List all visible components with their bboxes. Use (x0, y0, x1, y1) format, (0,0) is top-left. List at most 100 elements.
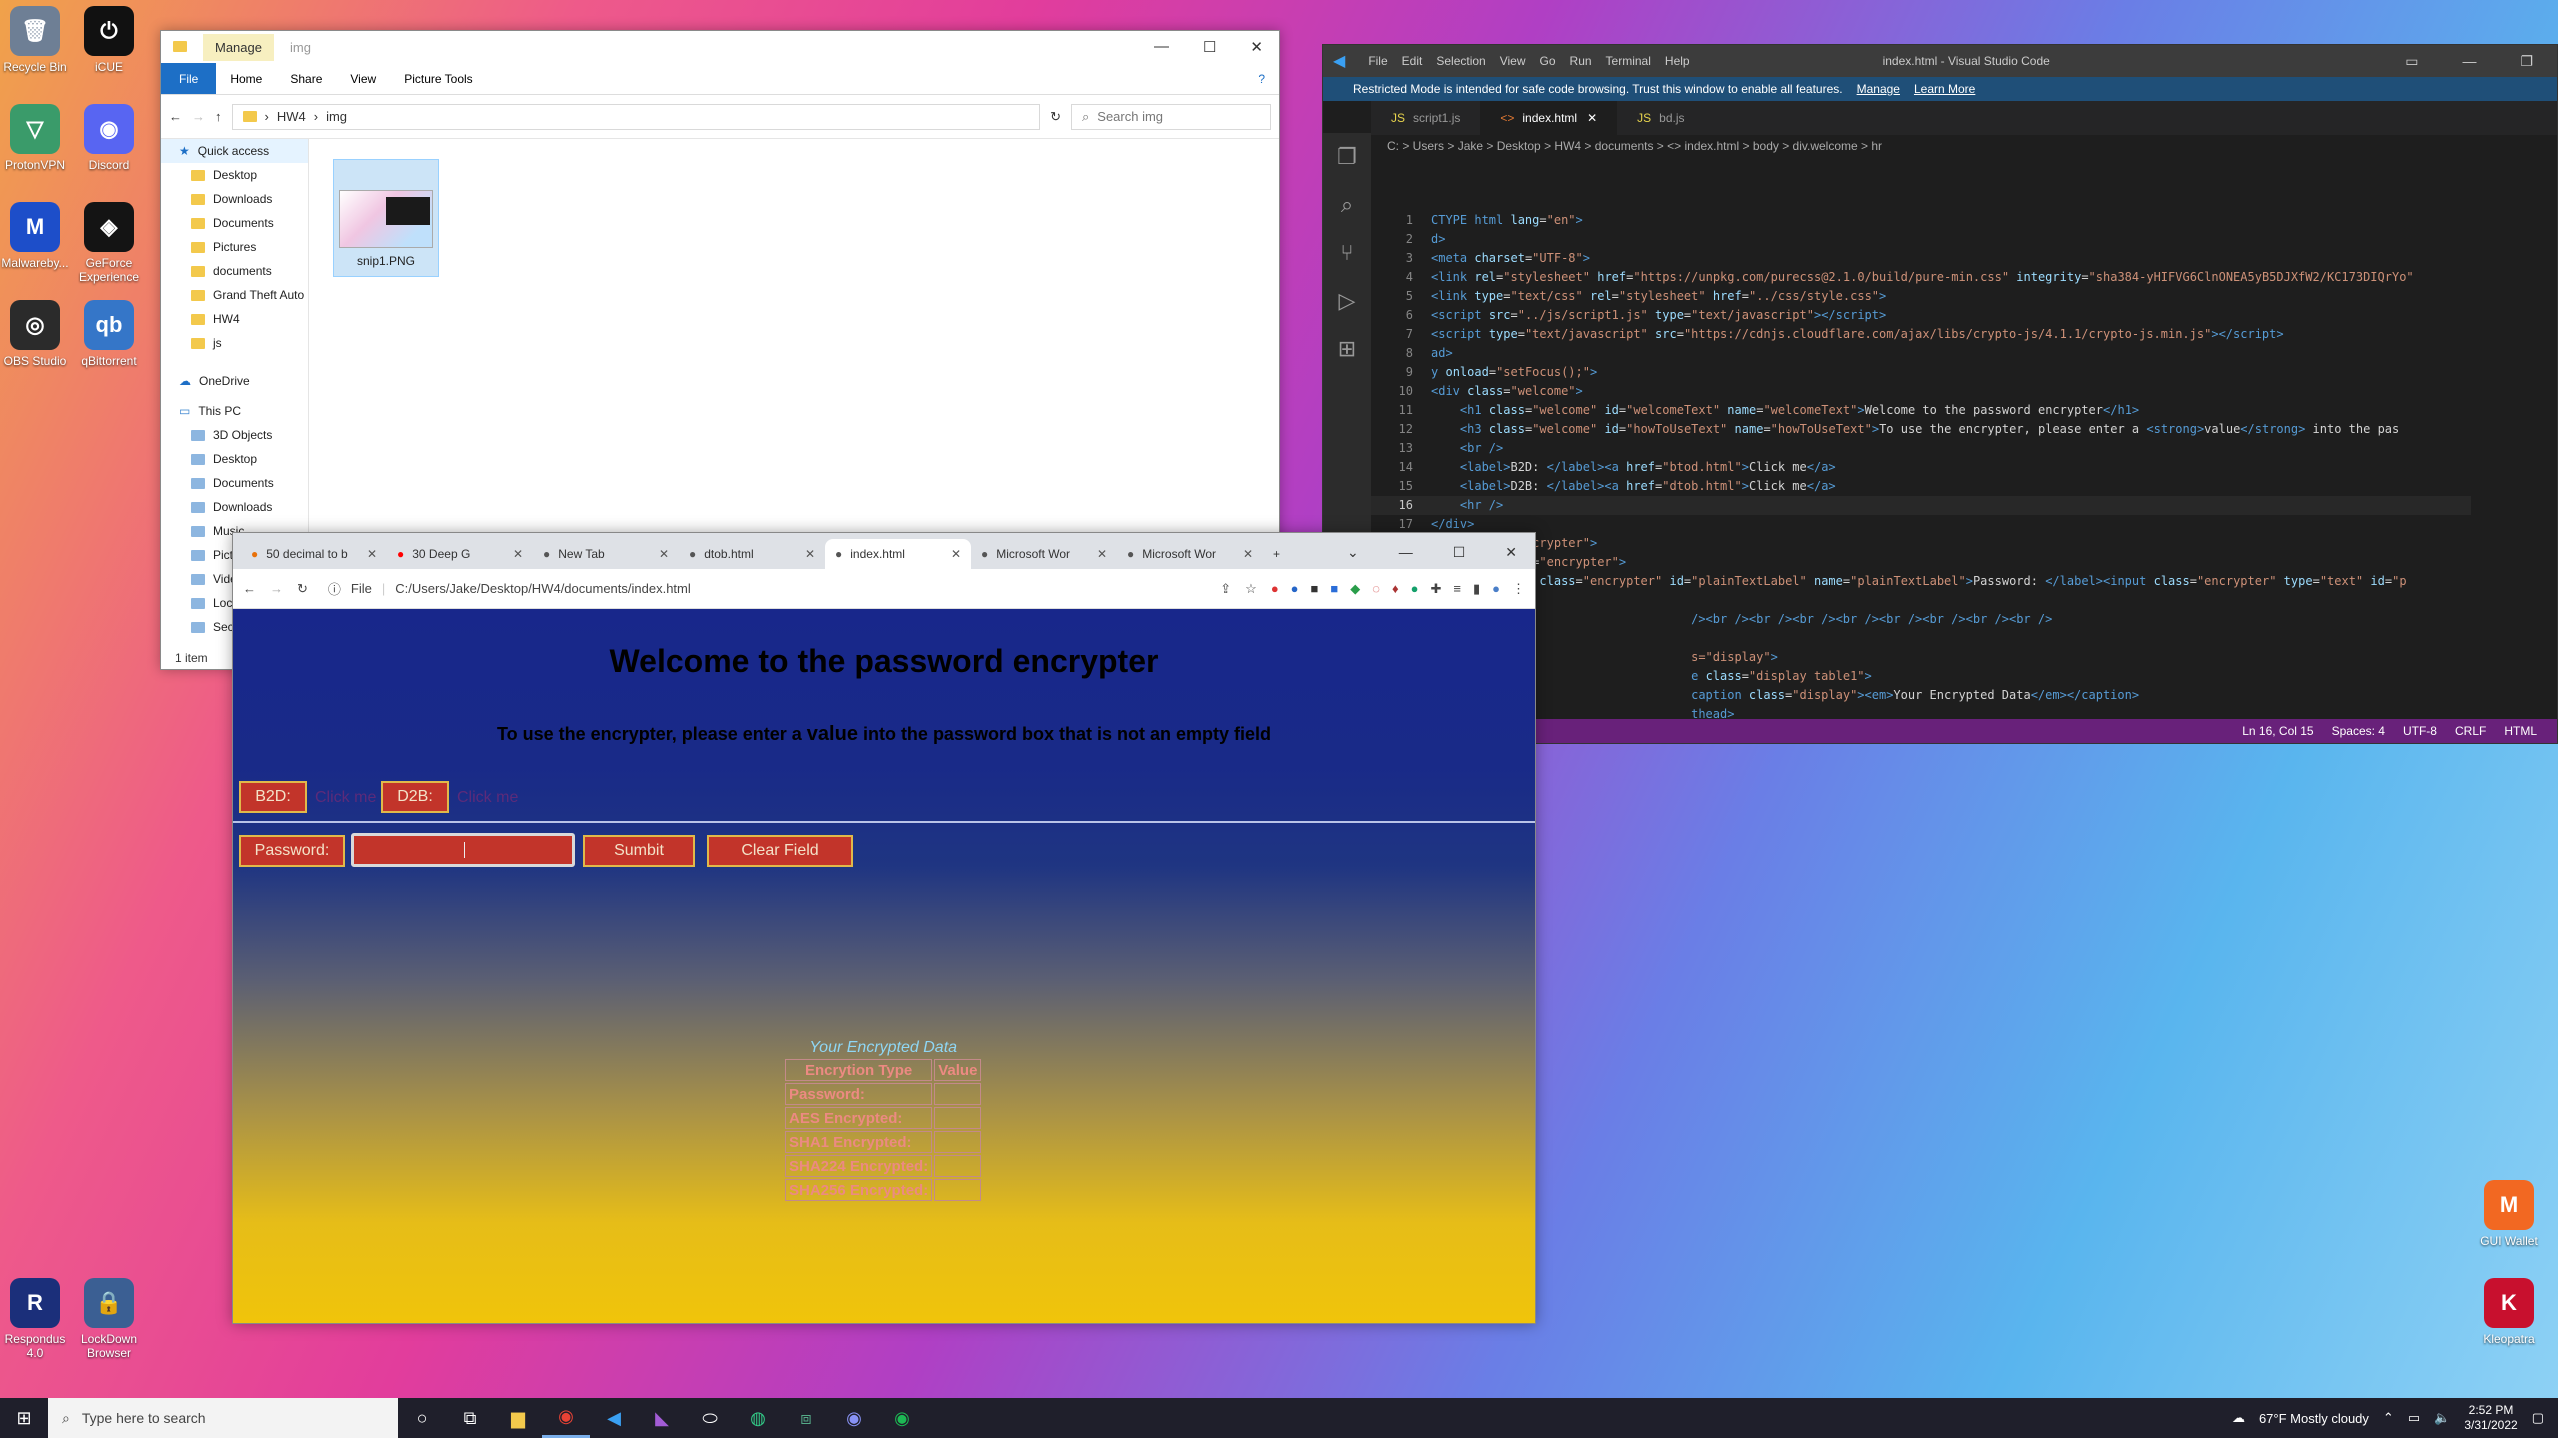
onedrive[interactable]: ☁ OneDrive (161, 369, 308, 393)
file-explorer-taskbar-icon[interactable]: ▆ (494, 1398, 542, 1438)
search-input[interactable]: ⌕ Search img (1071, 103, 1271, 130)
task-view-icon[interactable]: ⧉ (446, 1398, 494, 1438)
close-tab-icon[interactable]: ✕ (659, 547, 669, 561)
close-tab-icon[interactable]: ✕ (367, 547, 377, 561)
nav-item[interactable]: Pictures (161, 235, 308, 259)
network-icon[interactable]: ▭ (2408, 1410, 2420, 1426)
close-tab-icon[interactable]: ✕ (1097, 547, 1107, 561)
path-img[interactable]: img (326, 109, 347, 124)
password-input[interactable] (351, 833, 575, 867)
taskbar-search[interactable]: ⌕ Type here to search (48, 1398, 398, 1438)
weather-icon[interactable]: ☁ (2232, 1410, 2245, 1426)
spotify-taskbar-icon[interactable]: ◉ (878, 1398, 926, 1438)
app-taskbar-icon[interactable]: ◍ (734, 1398, 782, 1438)
desktop-icon[interactable]: R Respondus 4.0 (0, 1278, 72, 1360)
browser-tab[interactable]: ● Microsoft Wor ✕ (971, 539, 1117, 569)
manage-link[interactable]: Manage (1857, 82, 1900, 96)
b2d-link[interactable]: Click me (315, 789, 376, 807)
menu-terminal[interactable]: Terminal (1599, 54, 1658, 68)
restore-icon[interactable]: ❐ (2512, 53, 2541, 70)
address-bar[interactable]: ⓘ File | C:/Users/Jake/Desktop/HW4/docum… (322, 575, 1206, 603)
nav-item[interactable]: Downloads (161, 187, 308, 211)
language-mode[interactable]: HTML (2504, 724, 2537, 738)
learn-more-link[interactable]: Learn More (1914, 82, 1975, 96)
nav-item[interactable]: HW4 (161, 307, 308, 331)
browser-tab[interactable]: ● dtob.html ✕ (679, 539, 825, 569)
profile-avatar[interactable]: ● (1492, 581, 1500, 597)
info-icon[interactable]: ⓘ (328, 579, 341, 598)
nav-item[interactable]: Desktop (161, 163, 308, 187)
menu-kebab-icon[interactable]: ⋮ (1512, 581, 1525, 597)
tab-search-icon[interactable]: ⌄ (1347, 544, 1359, 561)
close-tab-icon[interactable]: ✕ (513, 547, 523, 561)
extensions-icon[interactable]: ⊞ (1323, 325, 1371, 373)
editor-tab[interactable]: JS script1.js (1371, 101, 1480, 135)
source-control-icon[interactable]: ⑂ (1323, 229, 1371, 277)
start-windows-icon[interactable]: ⊞ (0, 1398, 48, 1438)
vscode-taskbar-icon[interactable]: ◀ (590, 1398, 638, 1438)
new-tab-button[interactable]: + (1263, 539, 1303, 569)
menu-go[interactable]: Go (1533, 54, 1563, 68)
layout-icon[interactable]: ▭ (2397, 53, 2426, 70)
quick-access[interactable]: ★ Quick access (161, 139, 308, 163)
browser-tab[interactable]: ● New Tab ✕ (533, 539, 679, 569)
encoding[interactable]: UTF-8 (2403, 724, 2437, 738)
minimize-icon[interactable]: — (1399, 544, 1413, 561)
ribbon-share-tab[interactable]: Share (276, 72, 336, 86)
tray-chevron-icon[interactable]: ⌃ (2383, 1410, 2394, 1426)
browser-tab[interactable]: ● 50 decimal to b ✕ (241, 539, 387, 569)
extension-icon[interactable]: ■ (1311, 581, 1319, 597)
file-item[interactable]: snip1.PNG (333, 159, 439, 277)
close-icon[interactable]: ✕ (1250, 38, 1263, 56)
chrome-taskbar-icon[interactable]: ◉ (542, 1398, 590, 1438)
search-icon[interactable]: ⌕ (1323, 181, 1371, 229)
help-icon[interactable]: ? (1244, 72, 1279, 86)
d2b-link[interactable]: Click me (457, 789, 518, 807)
ribbon-view-tab[interactable]: View (336, 72, 390, 86)
line-ending[interactable]: CRLF (2455, 724, 2486, 738)
nav-item[interactable]: js (161, 331, 308, 355)
extension-icon[interactable]: ■ (1330, 581, 1338, 597)
menu-selection[interactable]: Selection (1429, 54, 1492, 68)
editor-tab[interactable]: <> index.html ✕ (1480, 101, 1618, 135)
manage-tab[interactable]: Manage (203, 33, 274, 61)
code-editor[interactable]: 1 CTYPE html lang="en"> 2 d> 3 <meta charse… (1371, 211, 2471, 719)
back-icon[interactable]: ← (243, 581, 256, 596)
share-icon[interactable]: ⇪ (1220, 581, 1231, 597)
nav-item[interactable]: documents (161, 259, 308, 283)
browser-tab[interactable]: ● Microsoft Wor ✕ (1117, 539, 1263, 569)
run-debug-icon[interactable]: ▷ (1323, 277, 1371, 325)
up-arrow-icon[interactable]: ↑ (215, 109, 222, 124)
notifications-icon[interactable]: ▢ (2532, 1410, 2544, 1426)
desktop-icon[interactable]: K Kleopatra (2472, 1278, 2546, 1346)
cursor-position[interactable]: Ln 16, Col 15 (2242, 724, 2313, 738)
discord-taskbar-icon[interactable]: ◉ (830, 1398, 878, 1438)
minimize-icon[interactable]: — (2454, 53, 2484, 70)
app-taskbar-icon[interactable]: ⬭ (686, 1398, 734, 1438)
path-hw4[interactable]: HW4 (277, 109, 306, 124)
desktop-icon[interactable]: ◎ OBS Studio (0, 300, 72, 368)
close-tab-icon[interactable]: ✕ (951, 547, 961, 561)
menu-help[interactable]: Help (1658, 54, 1697, 68)
extension-icon[interactable]: ● (1291, 581, 1299, 597)
nav-item[interactable]: Grand Theft Auto (161, 283, 308, 307)
close-icon[interactable]: ✕ (1505, 544, 1517, 561)
forward-icon[interactable]: → (270, 581, 283, 596)
nav-item[interactable]: Downloads (161, 495, 308, 519)
close-icon[interactable]: ✕ (1587, 111, 1597, 125)
desktop-icon[interactable]: ⏻ iCUE (72, 6, 146, 74)
app-taskbar-icon[interactable]: ⧈ (782, 1398, 830, 1438)
bookmark-star-icon[interactable]: ☆ (1245, 581, 1257, 597)
side-panel-icon[interactable]: ▮ (1473, 581, 1480, 597)
nav-item[interactable]: Documents (161, 211, 308, 235)
clear-field-button[interactable]: Clear Field (707, 835, 853, 867)
browser-tab[interactable]: ● index.html ✕ (825, 539, 971, 569)
nav-item[interactable]: Documents (161, 471, 308, 495)
menu-file[interactable]: File (1361, 54, 1394, 68)
explorer-icon[interactable]: ❐ (1323, 133, 1371, 181)
close-tab-icon[interactable]: ✕ (1243, 547, 1253, 561)
extension-icon[interactable]: ◌ (1372, 581, 1380, 597)
nav-item[interactable]: 3D Objects (161, 423, 308, 447)
extensions-puzzle-icon[interactable]: ✚ (1430, 581, 1441, 597)
submit-button[interactable]: Sumbit (583, 835, 695, 867)
